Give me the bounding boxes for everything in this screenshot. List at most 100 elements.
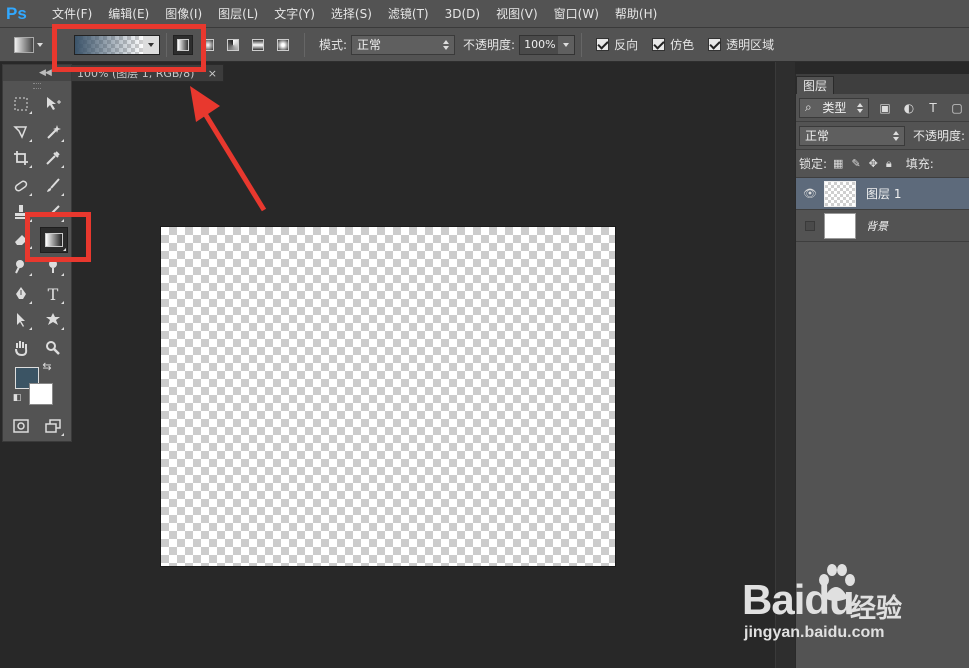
quick-mask-icon[interactable] [9,415,33,437]
screen-mode-icon[interactable] [41,415,65,437]
lock-position-icon[interactable]: ✥ [869,157,878,171]
lock-row: 锁定: ▦ ✎ ✥ 🔒︎ 填充: [796,150,969,178]
menu-filter[interactable]: 滤镜(T) [380,5,437,22]
type-filter-icon[interactable]: T [925,100,941,116]
divider [304,32,305,57]
layer-opacity-label: 不透明度: [912,129,965,143]
crop-tool-icon[interactable] [9,147,33,169]
baidu-watermark: Baidu 经验 jingyan.baidu.com [742,564,962,648]
hand-tool-icon[interactable] [9,337,33,359]
menu-layer[interactable]: 图层(L) [210,5,266,22]
close-icon[interactable]: × [208,67,217,80]
chevron-down-icon [37,42,43,47]
watermark-cn: 经验 [850,594,903,624]
lock-all-icon[interactable]: 🔒︎ [886,157,892,171]
divider [581,32,583,57]
layer-thumbnail [824,212,856,239]
reflected-gradient-button[interactable] [248,35,268,55]
checkbox-checked-icon [596,38,610,51]
menu-view[interactable]: 视图(V) [488,5,546,22]
opacity-label: 不透明度: [463,38,516,52]
angle-gradient-icon [227,38,239,51]
layer-row-layer1[interactable]: 👁︎ 图层 1 [796,178,969,210]
swap-colors-icon[interactable]: ⇆ [39,359,55,373]
dither-checkbox[interactable]: 仿色 [652,36,694,53]
layers-panel-tabs: 图层 [796,74,969,94]
lock-label: 锁定: [799,157,828,171]
fill-label: 填充: [905,157,934,171]
visibility-off-icon [805,220,815,231]
lock-icons: ▦ ✎ ✥ 🔒︎ [833,157,892,171]
zoom-tool-icon[interactable] [41,337,65,359]
type-tool-icon[interactable]: T [41,283,65,305]
pen-tool-icon[interactable] [9,283,33,305]
dither-label: 仿色 [670,38,695,52]
menu-help[interactable]: 帮助(H) [607,5,665,22]
layer-name: 图层 1 [866,187,902,201]
diamond-gradient-icon [277,38,289,51]
lock-pixels-icon[interactable]: ✎ [851,157,860,171]
annotation-box-gradient-picker [52,24,206,72]
checkbox-checked-icon [652,38,666,51]
adjustment-filter-icon[interactable]: ◐ [901,100,917,116]
shape-filter-icon[interactable]: ▢ [949,100,965,116]
watermark-url: jingyan.baidu.com [744,624,885,641]
document-canvas[interactable] [161,227,615,566]
checkbox-checked-icon [708,38,722,51]
magic-wand-icon[interactable] [41,121,65,143]
angle-gradient-button[interactable] [223,35,243,55]
reverse-label: 反向 [614,38,639,52]
menu-select[interactable]: 选择(S) [323,5,380,22]
blend-row: 正常 不透明度: [796,122,969,150]
visibility-toggle[interactable] [796,220,824,231]
lasso-tool-icon[interactable] [9,121,33,143]
panel-grip[interactable] [33,83,41,89]
annotation-arrow-icon [190,86,267,212]
background-color-swatch[interactable] [29,383,53,405]
lock-transparent-icon[interactable]: ▦ [833,157,843,171]
opacity-dropdown[interactable] [558,35,575,54]
brush-tool-icon[interactable] [41,175,65,197]
reverse-checkbox[interactable]: 反向 [596,36,638,53]
layer-row-background[interactable]: 背景 [796,210,969,242]
transparency-checkbox[interactable]: 透明区域 [708,36,774,53]
default-colors-icon[interactable]: ◧ [9,391,25,405]
path-selection-icon[interactable] [9,309,33,331]
blend-mode-select[interactable]: 正常 [799,125,905,146]
updown-arrows-icon [892,130,899,141]
mode-value: 正常 [357,38,382,52]
reflected-gradient-icon [252,38,264,51]
eyedropper-icon[interactable] [41,147,65,169]
diamond-gradient-button[interactable] [273,35,293,55]
eye-icon[interactable]: 👁︎ [796,187,824,200]
filter-value: 类型 [822,101,847,115]
image-filter-icon[interactable]: ▣ [877,100,893,116]
healing-brush-icon[interactable] [9,175,33,197]
menu-window[interactable]: 窗口(W) [546,5,607,22]
gradient-tool-icon [14,36,34,53]
blend-value: 正常 [805,129,830,143]
opacity-input[interactable]: 100% [519,34,576,55]
chevron-down-icon [563,42,570,47]
custom-shape-icon[interactable] [41,309,65,331]
menu-file[interactable]: 文件(F) [44,5,100,22]
layers-filter-row: ⌕ 类型 ▣ ◐ T ▢ [796,94,969,122]
tool-preset-picker[interactable] [14,32,54,58]
search-icon: ⌕ [805,100,812,114]
baidu-logo-text: Baidu [742,576,855,623]
updown-arrows-icon [857,102,863,113]
updown-arrows-icon [443,39,450,50]
menu-type[interactable]: 文字(Y) [266,5,323,22]
tab-layers[interactable]: 图层 [796,76,835,94]
layer-filter-select[interactable]: ⌕ 类型 [799,97,869,118]
marquee-tool-icon[interactable] [9,93,33,115]
menu-edit[interactable]: 编辑(E) [100,5,157,22]
photoshop-logo: Ps [6,3,27,23]
mode-select[interactable]: 正常 [351,34,456,55]
annotation-box-gradient-tool [25,212,91,262]
menu-image[interactable]: 图像(I) [157,5,210,22]
move-tool-icon[interactable] [41,93,65,115]
menu-3d[interactable]: 3D(D) [437,7,488,21]
mode-label: 模式: [319,38,348,52]
transparency-label: 透明区域 [726,38,775,52]
